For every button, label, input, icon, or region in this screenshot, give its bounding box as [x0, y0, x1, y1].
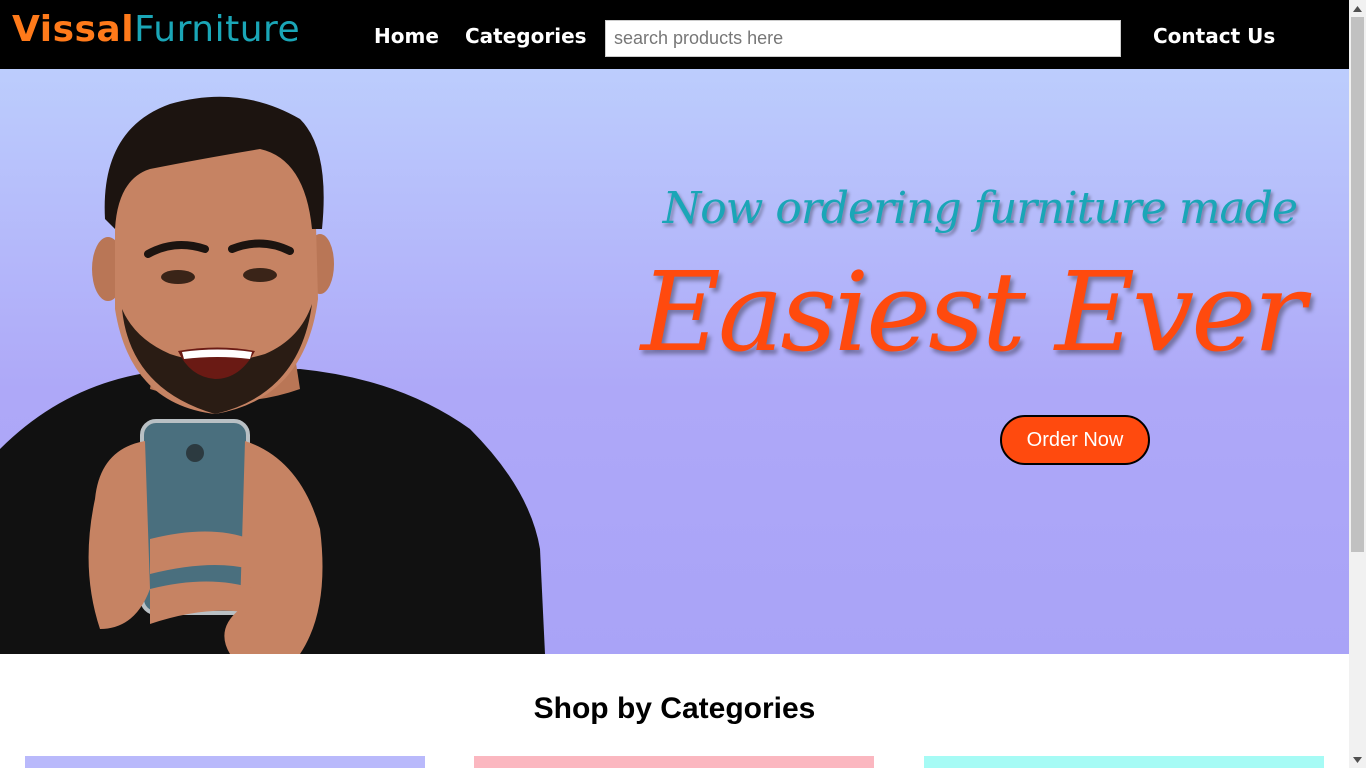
hero-person-image: [0, 96, 545, 654]
page-scrollbar[interactable]: [1349, 0, 1366, 768]
navbar: VissalFurniture Home Categories Contact …: [0, 0, 1349, 69]
brand-logo-part1: Vissal: [12, 9, 135, 50]
brand-logo[interactable]: VissalFurniture: [12, 8, 300, 52]
brand-logo-part2: Furniture: [134, 9, 301, 50]
order-now-button[interactable]: Order Now: [1000, 415, 1150, 465]
nav-home-link[interactable]: Home: [374, 22, 439, 50]
chevron-down-icon[interactable]: [1349, 751, 1366, 768]
section-title-categories: Shop by Categories: [533, 692, 816, 725]
hero-tagline: Now ordering furniture made: [662, 183, 1298, 234]
hero-headline: Easiest Ever: [640, 248, 1306, 376]
nav-categories-link[interactable]: Categories: [465, 22, 587, 50]
scrollbar-thumb[interactable]: [1351, 17, 1364, 552]
category-card[interactable]: [924, 756, 1324, 768]
search-input[interactable]: [605, 20, 1121, 57]
category-card[interactable]: [25, 756, 425, 768]
nav-contact-link[interactable]: Contact Us: [1153, 22, 1275, 50]
chevron-up-icon[interactable]: [1349, 0, 1366, 17]
hero-banner: Now ordering furniture made Easiest Ever…: [0, 69, 1349, 654]
category-card[interactable]: [474, 756, 874, 768]
